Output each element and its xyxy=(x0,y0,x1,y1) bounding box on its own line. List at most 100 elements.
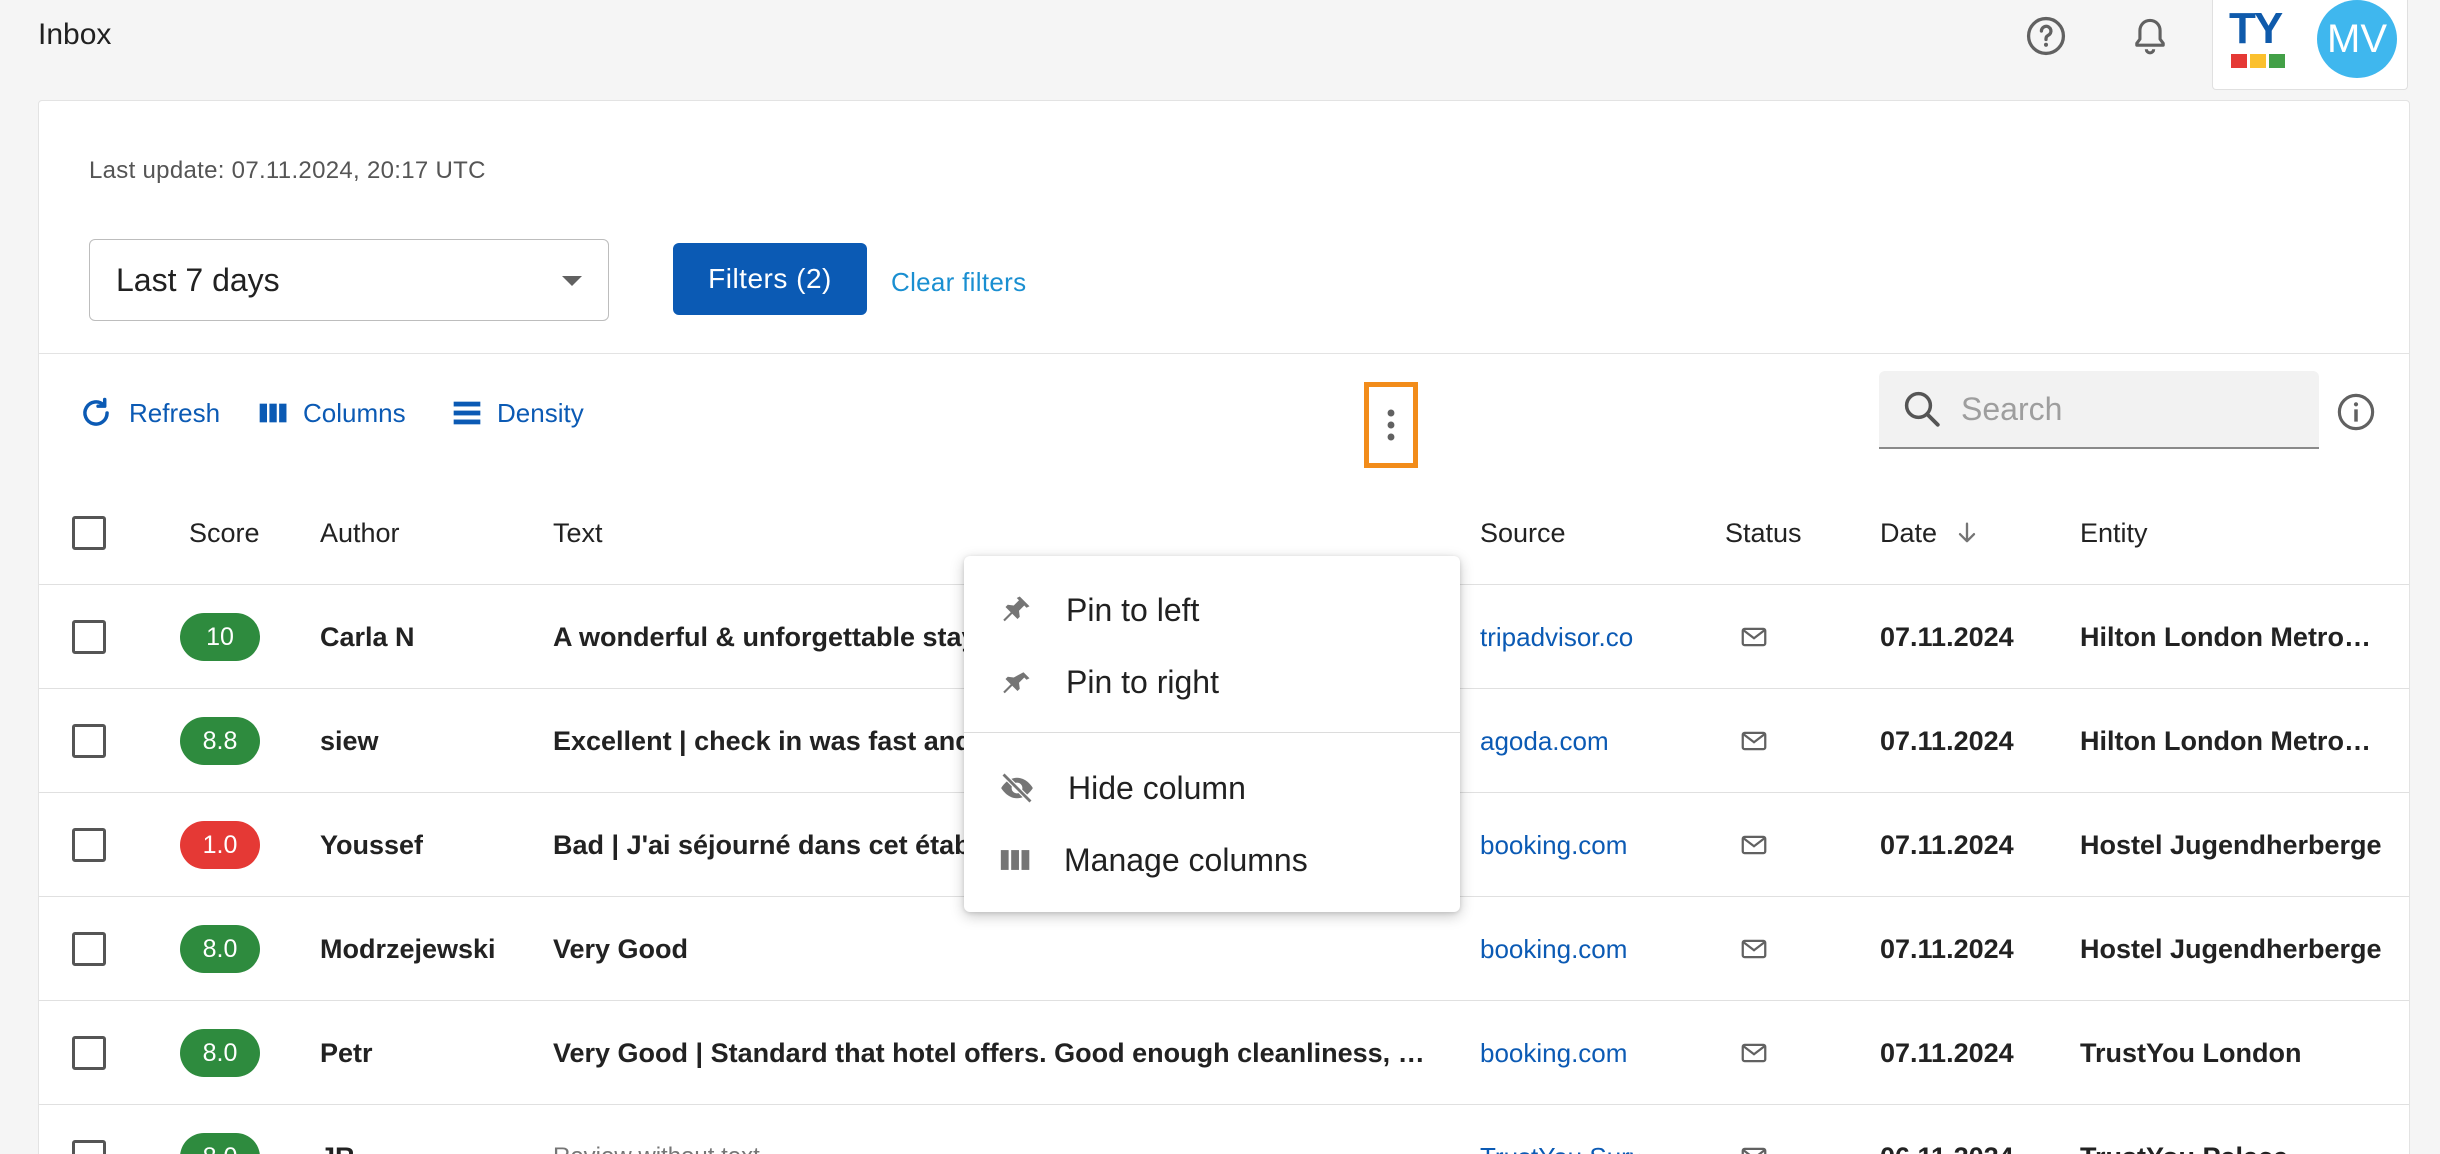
search-input[interactable] xyxy=(1961,390,2281,428)
source-link[interactable]: TrustYou Survey xyxy=(1480,1142,1640,1154)
date-range-value: Last 7 days xyxy=(116,261,280,298)
row-checkbox[interactable] xyxy=(72,828,106,862)
status-cell xyxy=(1739,1105,1769,1154)
table-row[interactable]: 8.0 Petr Very Good | Standard that hotel o… xyxy=(39,1001,2409,1105)
source-link[interactable]: booking.com xyxy=(1480,934,1627,965)
search-field[interactable] xyxy=(1879,371,2319,449)
menu-item-pin-right[interactable]: Pin to right xyxy=(964,646,1460,718)
clear-filters-link[interactable]: Clear filters xyxy=(891,267,1026,298)
date-cell: 07.11.2024 xyxy=(1880,829,2014,860)
author-cell: Carla N xyxy=(320,621,415,652)
author-cell: Modrzejewski xyxy=(320,933,496,964)
row-checkbox-cell[interactable] xyxy=(72,897,106,1001)
columns-button[interactable]: Columns xyxy=(257,391,406,435)
row-checkbox-cell[interactable] xyxy=(72,585,106,689)
date-cell: 06.11.2024 xyxy=(1880,1105,2014,1154)
column-menu-button[interactable] xyxy=(1364,382,1418,468)
author-cell: Youssef xyxy=(320,829,424,860)
source-cell: TrustYou Survey xyxy=(1480,1105,1640,1154)
score-badge: 8.0 xyxy=(180,1029,260,1077)
top-bar: Inbox TY MV xyxy=(0,0,2440,90)
source-link[interactable]: booking.com xyxy=(1480,1038,1627,1069)
column-header-date[interactable]: Date xyxy=(1880,481,1981,585)
search-icon xyxy=(1904,391,1940,427)
avatar[interactable]: MV xyxy=(2317,0,2397,78)
bell-icon xyxy=(2135,18,2165,55)
refresh-button[interactable]: Refresh xyxy=(77,391,220,435)
envelope-icon xyxy=(1741,1043,1767,1063)
density-label: Density xyxy=(497,397,584,428)
column-header-score[interactable]: Score xyxy=(189,481,260,585)
column-header-text[interactable]: Text xyxy=(553,481,603,585)
source-cell: tripadvisor.co xyxy=(1480,585,1640,689)
status-cell xyxy=(1739,689,1769,793)
envelope-icon xyxy=(1741,627,1767,647)
date-range-select[interactable]: Last 7 days xyxy=(89,239,609,321)
menu-divider xyxy=(964,732,1460,733)
manage-columns-icon xyxy=(1000,850,1030,870)
column-header-author[interactable]: Author xyxy=(320,481,400,585)
envelope-icon xyxy=(1741,939,1767,959)
menu-item-pin-right-label: Pin to right xyxy=(1066,663,1219,700)
row-checkbox[interactable] xyxy=(72,932,106,966)
source-link[interactable]: tripadvisor.co xyxy=(1480,622,1633,653)
help-circle-icon xyxy=(2026,16,2066,56)
row-checkbox[interactable] xyxy=(72,1036,106,1070)
score-cell: 8.0 xyxy=(180,1001,260,1105)
source-link[interactable]: booking.com xyxy=(1480,830,1627,861)
row-checkbox[interactable] xyxy=(72,724,106,758)
row-checkbox[interactable] xyxy=(72,1140,106,1154)
more-vertical-icon xyxy=(1387,409,1395,441)
menu-item-hide-column[interactable]: Hide column xyxy=(964,752,1460,824)
notifications-button[interactable] xyxy=(2126,12,2174,60)
columns-label: Columns xyxy=(303,397,406,428)
date-cell: 07.11.2024 xyxy=(1880,621,2014,652)
status-cell xyxy=(1739,1001,1769,1105)
source-link[interactable]: agoda.com xyxy=(1480,726,1609,757)
density-button[interactable]: Density xyxy=(451,391,584,435)
eye-off-icon xyxy=(1001,772,1033,804)
column-header-source[interactable]: Source xyxy=(1480,481,1566,585)
score-cell: 8.0 xyxy=(180,1105,260,1154)
envelope-icon xyxy=(1741,731,1767,751)
menu-item-hide-column-label: Hide column xyxy=(1068,769,1246,806)
row-checkbox-cell[interactable] xyxy=(72,793,106,897)
column-header-status[interactable]: Status xyxy=(1725,481,1802,585)
entity-cell: TrustYou Palace xyxy=(2080,1105,2384,1154)
menu-item-manage-columns[interactable]: Manage columns xyxy=(964,824,1460,896)
filters-button[interactable]: Filters (2) xyxy=(673,243,867,315)
table-row[interactable]: 8.0 JR Review without text TrustYou Survey 0… xyxy=(39,1105,2409,1154)
select-all-checkbox[interactable] xyxy=(72,516,106,550)
help-button[interactable] xyxy=(2022,12,2070,60)
author-cell: Petr xyxy=(320,1037,373,1068)
review-text-cell[interactable]: Very Good | Standard that hotel offers. … xyxy=(553,1001,1433,1105)
brand-color-bars xyxy=(2231,54,2285,68)
author-cell: siew xyxy=(320,725,379,756)
status-cell xyxy=(1739,897,1769,1001)
column-header-entity[interactable]: Entity xyxy=(2080,481,2148,585)
table-row[interactable]: 8.0 Modrzejewski Very Good booking.com 07.11… xyxy=(39,897,2409,1001)
info-button[interactable] xyxy=(2333,389,2379,435)
status-cell xyxy=(1739,793,1769,897)
row-checkbox-cell[interactable] xyxy=(72,689,106,793)
score-badge: 8.8 xyxy=(180,717,260,765)
select-all-checkbox-cell[interactable] xyxy=(72,481,106,585)
columns-icon xyxy=(259,403,287,423)
menu-item-pin-left-label: Pin to left xyxy=(1066,591,1200,628)
divider xyxy=(39,353,2409,354)
entity-cell: TrustYou London xyxy=(2080,1038,2302,1068)
score-cell: 8.8 xyxy=(180,689,260,793)
page-title: Inbox xyxy=(38,18,112,51)
row-checkbox-cell[interactable] xyxy=(72,1105,106,1154)
pin-left-icon xyxy=(1003,596,1030,622)
menu-item-pin-left[interactable]: Pin to left xyxy=(964,574,1460,646)
row-checkbox[interactable] xyxy=(72,620,106,654)
brand-logo-text: TY xyxy=(2229,4,2283,53)
review-text-cell[interactable]: Very Good xyxy=(553,897,1433,1001)
entity-cell: Hostel Jugendherberge xyxy=(2080,934,2382,964)
author-cell: JR xyxy=(320,1105,355,1154)
review-text-cell[interactable]: Review without text xyxy=(553,1105,1433,1154)
envelope-icon xyxy=(1741,1147,1767,1154)
row-checkbox-cell[interactable] xyxy=(72,1001,106,1105)
account-area[interactable]: TY MV xyxy=(2212,0,2408,90)
